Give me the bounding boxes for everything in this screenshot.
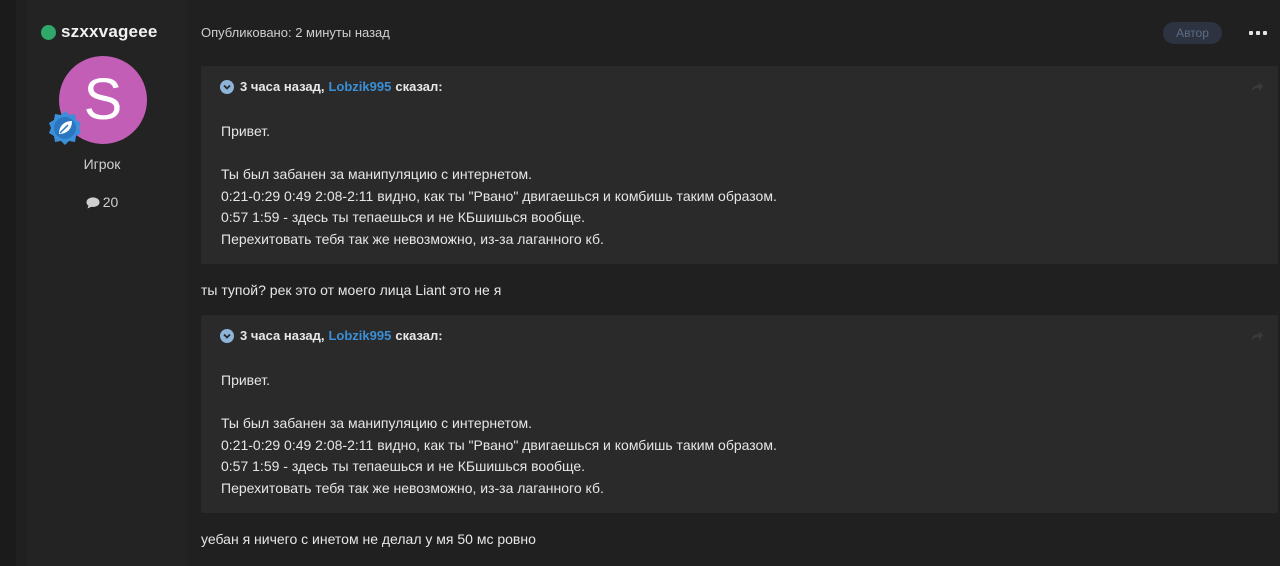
- reply-text: ты тупой? рек это от моего лица Liant эт…: [201, 282, 502, 298]
- quote-body: Привет. Ты был забанен за манипуляцию с …: [221, 121, 777, 250]
- chevron-circle-icon[interactable]: [220, 79, 234, 94]
- chevron-circle-icon[interactable]: [220, 328, 234, 343]
- author-username[interactable]: szxxvageee: [61, 22, 158, 42]
- author-badge: Автор: [1163, 22, 1222, 44]
- quote-time: 3 часа назад,: [240, 79, 325, 94]
- online-status-icon: [41, 24, 56, 40]
- quote-line: Привет.: [221, 372, 271, 388]
- quote-line: 0:57 1:59 - здесь ты тепаешься и не КБши…: [221, 209, 586, 225]
- post-count: 20: [26, 194, 178, 210]
- more-options-icon[interactable]: [1248, 22, 1270, 44]
- quote-time: 3 часа назад,: [240, 328, 325, 343]
- leaf-badge-icon: [49, 111, 81, 145]
- quote-line: Привет.: [221, 123, 271, 139]
- quote-line: 0:21-0:29 0:49 2:08-2:11 видно, как ты "…: [221, 436, 777, 453]
- quote-line: 0:57 1:59 - здесь ты тепаешься и не КБши…: [221, 458, 586, 474]
- quote-line: Ты был забанен за манипуляцию с интернет…: [221, 166, 533, 182]
- quote-user-link[interactable]: Lobzik995: [328, 79, 391, 94]
- comment-icon: [86, 197, 100, 209]
- avatar-container[interactable]: S: [49, 56, 147, 145]
- quote-line: Ты был забанен за манипуляцию с интернет…: [221, 415, 533, 431]
- quote-line: 0:21-0:29 0:49 2:08-2:11 видно, как ты "…: [221, 187, 777, 204]
- quote-block: 3 часа назад, Lobzik995 сказал: Привет. …: [201, 66, 1278, 264]
- share-icon[interactable]: [1250, 80, 1264, 94]
- quote-line: Перехитовать тебя так же невозможно, из-…: [221, 479, 604, 496]
- author-role: Игрок: [83, 156, 121, 172]
- post-count-value: 20: [102, 194, 119, 210]
- quote-user-link[interactable]: Lobzik995: [328, 328, 391, 343]
- share-icon[interactable]: [1250, 329, 1264, 343]
- username-row[interactable]: szxxvageee: [41, 22, 158, 42]
- forum-post: szxxvageee S Игрок 20 Опубликовано: 2 ми…: [16, 0, 1280, 566]
- quote-said: сказал:: [395, 328, 443, 343]
- quote-header: 3 часа назад, Lobzik995 сказал:: [220, 328, 443, 343]
- author-panel: szxxvageee S Игрок 20: [26, 0, 188, 566]
- quote-header: 3 часа назад, Lobzik995 сказал:: [220, 79, 443, 94]
- quote-said: сказал:: [395, 79, 443, 94]
- quote-body: Привет. Ты был забанен за манипуляцию с …: [221, 370, 777, 499]
- reply-text: уебан я ничего с инетом не делал у мя 50…: [201, 531, 536, 547]
- quote-block: 3 часа назад, Lobzik995 сказал: Привет. …: [201, 315, 1278, 513]
- published-time: Опубликовано: 2 минуты назад: [201, 25, 390, 40]
- quote-line: Перехитовать тебя так же невозможно, из-…: [221, 230, 604, 247]
